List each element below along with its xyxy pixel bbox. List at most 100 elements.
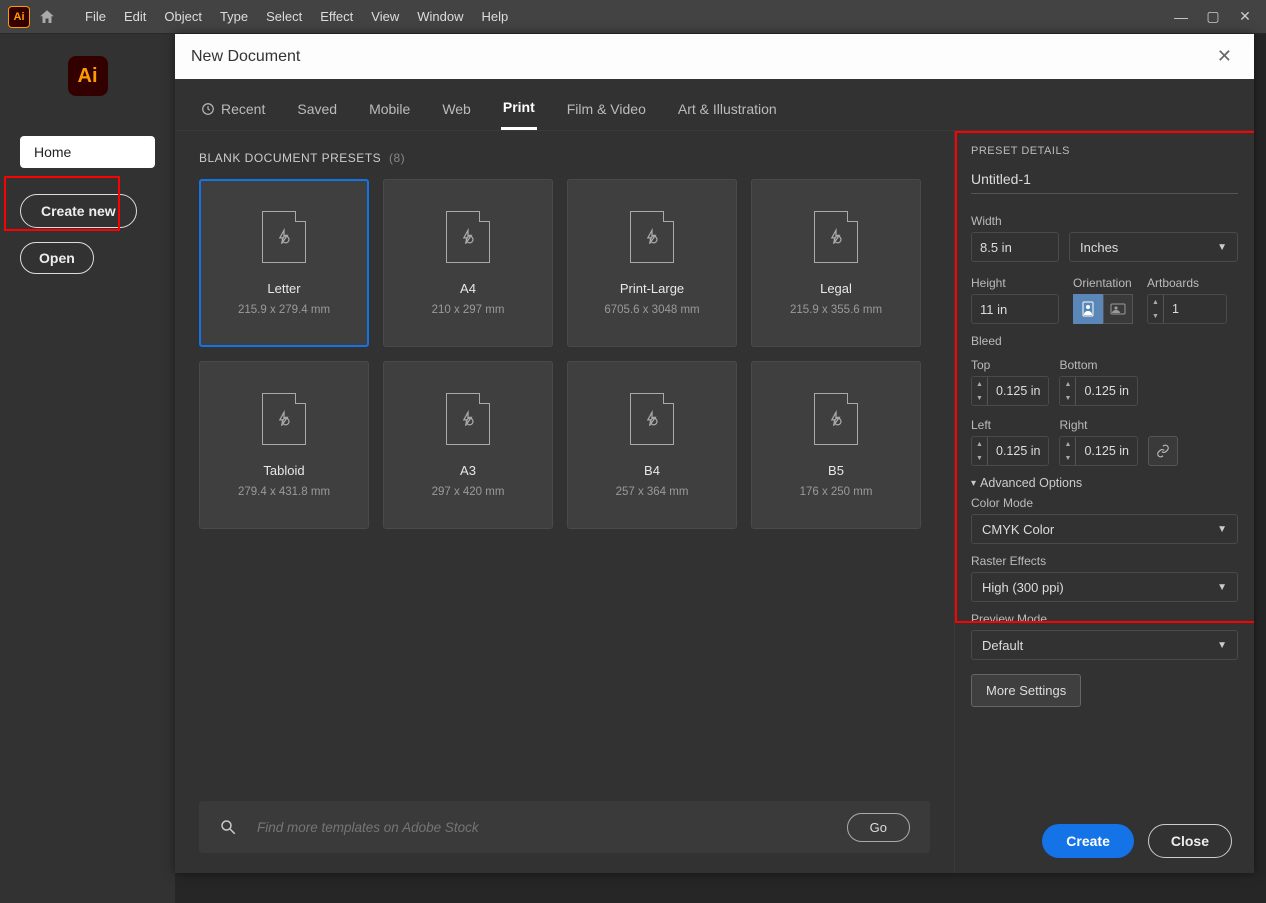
bleed-left-label: Left <box>971 418 1049 432</box>
document-icon <box>262 393 306 445</box>
raster-effects-select[interactable]: High (300 ppi)▼ <box>971 572 1238 602</box>
orientation-landscape-button[interactable] <box>1103 294 1133 324</box>
menu-effect[interactable]: Effect <box>311 5 362 28</box>
step-up-icon[interactable]: ▲ <box>1148 295 1163 309</box>
dialog-close-button[interactable]: ✕ <box>1211 44 1238 69</box>
chevron-down-icon: ▼ <box>1217 640 1227 651</box>
stock-search-bar: Go <box>199 801 930 853</box>
color-mode-label: Color Mode <box>971 496 1238 510</box>
orientation-toggle <box>1073 294 1133 324</box>
app-logo-large-icon: Ai <box>68 56 108 96</box>
dialog-titlebar: New Document ✕ <box>175 34 1254 79</box>
tab-recent[interactable]: Recent <box>199 93 267 130</box>
artboards-label: Artboards <box>1147 276 1227 290</box>
preset-dimensions: 215.9 x 279.4 mm <box>238 304 330 316</box>
tab-film-video[interactable]: Film & Video <box>565 93 648 130</box>
bleed-left-input[interactable]: ▲▼0.125 in <box>971 436 1049 466</box>
stock-search-input[interactable] <box>255 819 829 836</box>
preset-a4[interactable]: A4210 x 297 mm <box>383 179 553 347</box>
search-icon <box>219 818 237 836</box>
artboards-stepper[interactable]: ▲▼ 1 <box>1147 294 1227 324</box>
document-icon <box>262 211 306 263</box>
menu-edit[interactable]: Edit <box>115 5 155 28</box>
preset-name: B4 <box>644 463 660 478</box>
tab-print[interactable]: Print <box>501 93 537 130</box>
document-icon <box>630 393 674 445</box>
height-input[interactable]: 11 in <box>971 294 1059 324</box>
preset-dimensions: 176 x 250 mm <box>800 486 873 498</box>
width-input[interactable]: 8.5 in <box>971 232 1059 262</box>
units-select[interactable]: Inches▼ <box>1069 232 1238 262</box>
more-settings-button[interactable]: More Settings <box>971 674 1081 707</box>
preset-dimensions: 279.4 x 431.8 mm <box>238 486 330 498</box>
bleed-top-label: Top <box>971 358 1049 372</box>
home-link[interactable]: Home <box>20 136 155 168</box>
presets-area: BLANK DOCUMENT PRESETS (8) Letter215.9 x… <box>175 131 954 873</box>
maximize-button[interactable]: ▢ <box>1200 7 1226 27</box>
preset-name: Legal <box>820 281 852 296</box>
bleed-link-button[interactable] <box>1148 436 1178 466</box>
document-icon <box>814 393 858 445</box>
preset-dimensions: 210 x 297 mm <box>432 304 505 316</box>
preview-mode-select[interactable]: Default▼ <box>971 630 1238 660</box>
menu-view[interactable]: View <box>362 5 408 28</box>
home-sidebar: Ai Home Create new Open <box>0 34 175 903</box>
preset-legal[interactable]: Legal 215.9 x 355.6 mm <box>751 179 921 347</box>
menu-help[interactable]: Help <box>472 5 517 28</box>
preset-b5[interactable]: B5176 x 250 mm <box>751 361 921 529</box>
home-icon[interactable] <box>38 8 56 26</box>
orientation-portrait-button[interactable] <box>1073 294 1103 324</box>
bleed-bottom-input[interactable]: ▲▼0.125 in <box>1059 376 1137 406</box>
preset-a3[interactable]: A3297 x 420 mm <box>383 361 553 529</box>
bleed-right-label: Right <box>1059 418 1137 432</box>
raster-effects-label: Raster Effects <box>971 554 1238 568</box>
bleed-label: Bleed <box>971 334 1238 348</box>
preset-name: Print-Large <box>620 281 684 296</box>
clock-icon <box>201 102 215 116</box>
tab-saved[interactable]: Saved <box>295 93 339 130</box>
chevron-down-icon: ▾ <box>971 478 976 489</box>
step-down-icon[interactable]: ▼ <box>1148 309 1163 323</box>
new-document-dialog: New Document ✕ Recent Saved Mobile Web Print… <box>175 34 1254 873</box>
preset-b4[interactable]: B4257 x 364 mm <box>567 361 737 529</box>
create-button[interactable]: Create <box>1042 824 1134 858</box>
close-window-button[interactable]: ✕ <box>1232 7 1258 27</box>
preset-dimensions: 297 x 420 mm <box>432 486 505 498</box>
document-icon <box>630 211 674 263</box>
tab-mobile[interactable]: Mobile <box>367 93 412 130</box>
close-button[interactable]: Close <box>1148 824 1232 858</box>
preset-details-panel: PRESET DETAILS Width 8.5 in Inches▼ Heig… <box>954 131 1254 873</box>
preview-mode-label: Preview Mode <box>971 612 1238 626</box>
bleed-right-input[interactable]: ▲▼0.125 in <box>1059 436 1137 466</box>
tab-web[interactable]: Web <box>440 93 473 130</box>
presets-heading: BLANK DOCUMENT PRESETS (8) <box>199 151 930 165</box>
preset-print-large[interactable]: Print-Large 6705.6 x 3048 mm <box>567 179 737 347</box>
advanced-options-toggle[interactable]: ▾ Advanced Options <box>971 476 1238 490</box>
open-button[interactable]: Open <box>20 242 94 274</box>
preset-dimensions: 6705.6 x 3048 mm <box>604 304 699 316</box>
menu-window[interactable]: Window <box>408 5 472 28</box>
preset-letter[interactable]: Letter215.9 x 279.4 mm <box>199 179 369 347</box>
color-mode-select[interactable]: CMYK Color▼ <box>971 514 1238 544</box>
menu-file[interactable]: File <box>76 5 115 28</box>
width-label: Width <box>971 214 1238 228</box>
create-new-button[interactable]: Create new <box>20 194 137 228</box>
tab-art-illustration[interactable]: Art & Illustration <box>676 93 779 130</box>
orientation-label: Orientation <box>1073 276 1133 290</box>
document-icon <box>814 211 858 263</box>
stock-go-button[interactable]: Go <box>847 813 910 842</box>
minimize-button[interactable]: — <box>1168 7 1194 27</box>
menu-object[interactable]: Object <box>155 5 211 28</box>
menu-select[interactable]: Select <box>257 5 311 28</box>
document-name-input[interactable] <box>971 167 1238 194</box>
menu-type[interactable]: Type <box>211 5 257 28</box>
chevron-down-icon: ▼ <box>1217 524 1227 535</box>
preset-dimensions: 215.9 x 355.6 mm <box>790 304 882 316</box>
link-icon <box>1156 444 1170 458</box>
bleed-top-input[interactable]: ▲▼0.125 in <box>971 376 1049 406</box>
preset-tabloid[interactable]: Tabloid279.4 x 431.8 mm <box>199 361 369 529</box>
menubar: Ai FileEditObjectTypeSelectEffectViewWin… <box>0 0 1266 34</box>
chevron-down-icon: ▼ <box>1217 242 1227 253</box>
category-tabs: Recent Saved Mobile Web Print Film & Video Art… <box>175 79 1254 131</box>
dialog-title: New Document <box>191 48 300 66</box>
